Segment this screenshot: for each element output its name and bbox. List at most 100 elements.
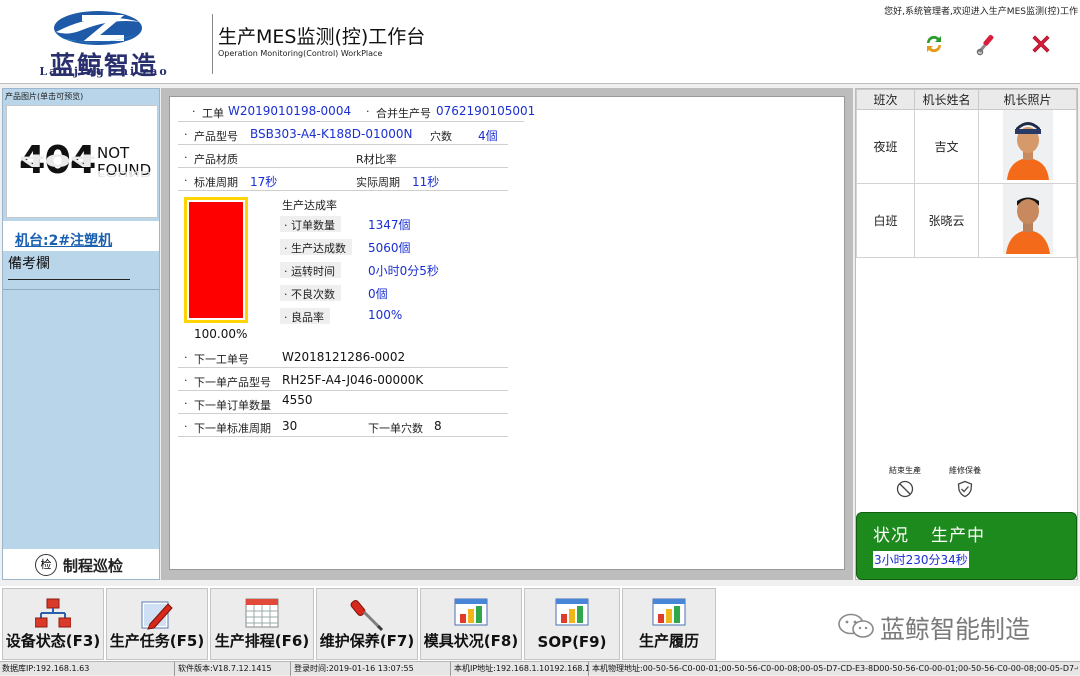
production-schedule-button[interactable]: 生产排程(F6) [210, 588, 314, 660]
run-time-value: 0小时0分5秒 [368, 264, 439, 278]
mac-address: 本机物理地址:00-50-56-C0-00-01;00-50-56-C0-00-… [592, 664, 1078, 673]
page-subtitle: Operation Monitoring(Control) WorkPlace [218, 49, 383, 58]
next-model-value: RH25F-A4-J046-00000K [282, 373, 424, 387]
status-panel: 状况 生产中 3小时230分34秒 [856, 512, 1077, 580]
leader-photo-cell [978, 109, 1077, 184]
refresh-button[interactable] [922, 32, 946, 56]
actual-cycle-label: 实际周期 [356, 176, 400, 189]
tools-icon [976, 34, 994, 56]
production-task-button[interactable]: 生产任务(F5) [106, 588, 208, 660]
sop-button[interactable]: SOP(F9) [524, 588, 620, 660]
bullet-icon: · [192, 105, 196, 118]
end-production-button[interactable]: 結束生產 [880, 465, 930, 498]
next-model-row: · 下一单产品型号 RH25F-A4-J046-00000K [178, 370, 508, 391]
shift-cell: 夜班 [856, 109, 915, 184]
cavity-value: 4個 [478, 129, 498, 143]
production-task-label: 生产任务(F5) [109, 632, 205, 650]
r-ratio-label: R材比率 [356, 153, 397, 166]
defect-count-label: · 不良次数 [280, 285, 341, 301]
bullet-icon: · [184, 420, 188, 433]
inspect-icon: 检 [35, 554, 57, 576]
function-toolbar: 设备状态(F3) 生产任务(F5) 生产排程(F6) 维护保养(F7) 模具状况… [0, 586, 1080, 661]
next-qty-value: 4550 [282, 393, 313, 407]
achievement-percent: 100.00% [194, 327, 248, 341]
column-header-name: 机长姓名 [914, 89, 979, 110]
product-model-row: · 产品型号 BSB303-A4-K188D-01000N 穴数 4個 [178, 124, 508, 145]
person-photo-icon [1002, 110, 1053, 180]
bullet-icon: · [184, 174, 188, 187]
production-history-button[interactable]: 生产履历 [622, 588, 716, 660]
production-history-label: 生产履历 [638, 632, 699, 650]
avatar [1002, 110, 1053, 180]
page-title: 生产MES监测(控)工作台 [218, 26, 426, 48]
defect-count-value: 0個 [368, 287, 388, 301]
merged-no-label: 合并生产号 [376, 107, 431, 120]
achievement-bar-fill [189, 202, 243, 318]
achieved-qty-value: 5060個 [368, 241, 411, 255]
maintenance-schedule-button[interactable]: 维护保养(F7) [316, 588, 418, 660]
status-divider [450, 662, 451, 676]
mold-status-button[interactable]: 模具状况(F8) [420, 588, 522, 660]
order-qty-label: · 订单数量 [280, 216, 341, 232]
cavity-label: 穴数 [430, 130, 452, 143]
next-cycle-value: 30 [282, 419, 298, 433]
brand-watermark: 蓝鲸智能制造 [880, 615, 1031, 644]
next-order-label: 下一工单号 [194, 353, 249, 366]
sop-label: SOP(F9) [537, 633, 607, 651]
next-model-label: 下一单产品型号 [194, 376, 271, 389]
maintenance-button[interactable]: 維修保養 [940, 465, 990, 498]
software-version: 软件版本:V18.7.12.1415 [178, 664, 272, 673]
equipment-status-button[interactable]: 设备状态(F3) [2, 588, 104, 660]
next-qty-row: · 下一单订单数量 4550 [178, 393, 508, 414]
achievement-bar [184, 197, 248, 323]
calendar-icon [245, 598, 279, 628]
std-cycle-value: 17秒 [250, 175, 278, 189]
shift-table: 班次 机长姓名 机长照片 夜班 吉文 白班 张晓云 [856, 89, 1077, 258]
machine-link[interactable]: 机台:2#注塑机 [15, 230, 112, 250]
merged-no-value: 0762190105001 [436, 104, 536, 118]
product-image-preview[interactable]: 404 404 NOT FOUND FOUND [6, 105, 158, 218]
refresh-icon [926, 35, 942, 53]
process-inspection-label: 制程巡检 [63, 557, 124, 575]
yield-rate-label: · 良品率 [280, 308, 330, 324]
mold-status-label: 模具状况(F8) [423, 632, 519, 650]
next-cavity-label: 下一单穴数 [368, 422, 423, 435]
bar-chart-icon [652, 598, 686, 626]
bullet-icon: · [184, 128, 188, 141]
production-schedule-label: 生产排程(F6) [214, 632, 310, 650]
std-cycle-label: 标准周期 [194, 176, 238, 189]
material-row: · 产品材质 R材比率 [178, 147, 508, 168]
column-header-shift: 班次 [856, 89, 915, 110]
status-divider [174, 662, 175, 676]
close-icon [1032, 35, 1050, 53]
left-panel: 产品图片(单击可预览) 404 404 NOT FOUND FOUND 机台:2… [2, 88, 160, 580]
bullet-icon: · [184, 397, 188, 410]
remark-underline [8, 279, 130, 280]
work-order-panel: · 工单 W2019010198-0004 · 合并生产号 0762190105… [169, 96, 845, 570]
center-panel: · 工单 W2019010198-0004 · 合并生产号 0762190105… [161, 88, 853, 580]
exit-button[interactable] [1029, 32, 1053, 56]
welcome-text: 您好,系统管理者,欢迎进入生产MES监测(控)工作 [884, 7, 1078, 17]
actual-cycle-value: 11秒 [412, 175, 440, 189]
edit-icon [141, 601, 173, 630]
avatar [1002, 184, 1053, 254]
bullet-icon: · [184, 351, 188, 364]
company-logo: 蓝鲸智造 Lan jing zhi zao [10, 6, 200, 80]
product-image-caption: 产品图片(单击可预览) [5, 92, 84, 101]
material-label: 产品材质 [194, 153, 238, 166]
end-production-label: 結束生產 [889, 466, 921, 475]
not-found-reflection: 404 [19, 150, 96, 170]
settings-tools-button[interactable] [975, 32, 999, 56]
remark-divider [3, 289, 159, 290]
status-label: 状况 [873, 526, 909, 546]
next-cycle-label: 下一单标准周期 [194, 422, 271, 435]
found-word-reflection: FOUND [97, 169, 152, 178]
bar-chart-icon [454, 598, 488, 626]
run-time-label: · 运转时间 [280, 262, 341, 278]
header-divider [212, 14, 213, 74]
local-ip: 本机IP地址:192.168.1.10192.168.1 [454, 664, 591, 673]
work-order-row: · 工单 W2019010198-0004 · 合并生产号 0762190105… [178, 101, 535, 122]
person-photo-icon [1002, 184, 1053, 254]
process-inspection-button[interactable]: 检 制程巡检 [3, 549, 159, 579]
status-bar: 数据库IP:192.168.1.63 软件版本:V18.7.12.1415 登录… [0, 661, 1080, 676]
